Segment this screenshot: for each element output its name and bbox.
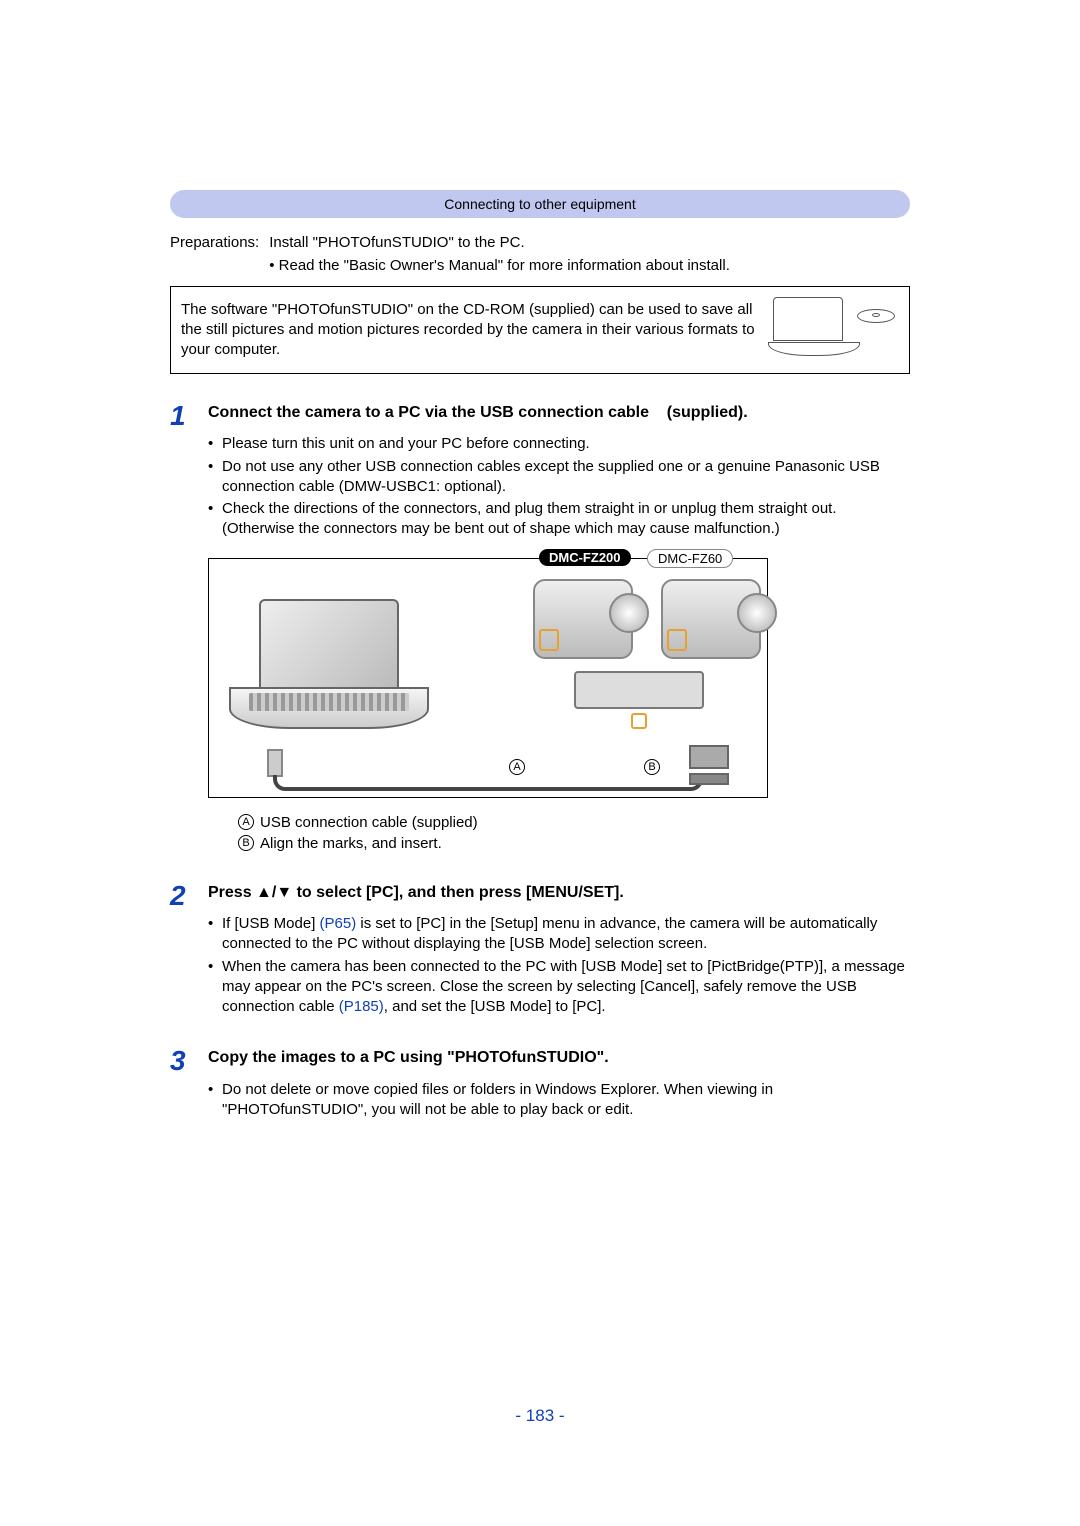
- bullet: Please turn this unit on and your PC bef…: [208, 434, 910, 454]
- diagram-end-plug-icon: [689, 745, 729, 769]
- bullet: When the camera has been connected to th…: [208, 957, 910, 1018]
- step-body: Press ▲/▼ to select [PC], and then press…: [208, 882, 910, 1020]
- info-box-text: The software "PHOTOfunSTUDIO" on the CD-…: [181, 300, 759, 361]
- step-number: 2: [170, 882, 192, 1020]
- laptop-base-icon: [768, 342, 860, 356]
- bullet: Do not use any other USB connection cabl…: [208, 457, 910, 498]
- diagram-cable-icon: [273, 775, 703, 791]
- step-3-bullets: Do not delete or move copied files or fo…: [208, 1080, 910, 1121]
- info-box: The software "PHOTOfunSTUDIO" on the CD-…: [170, 286, 910, 374]
- bullet-post: , and set the [USB Mode] to [PC].: [384, 998, 606, 1015]
- model-badge-active: DMC-FZ200: [539, 549, 631, 566]
- step-number: 3: [170, 1047, 192, 1122]
- diagram-label-a: A: [509, 759, 525, 775]
- diagram-camera-fz200-icon: [533, 579, 633, 659]
- step-title: Copy the images to a PC using "PHOTOfunS…: [208, 1047, 910, 1069]
- bullet: Check the directions of the connectors, …: [208, 499, 910, 540]
- preparations-row: Preparations: Install "PHOTOfunSTUDIO" t…: [170, 232, 910, 276]
- page-link[interactable]: (P185): [339, 998, 384, 1015]
- caption-b-row: B Align the marks, and insert.: [238, 833, 910, 854]
- step-body: Connect the camera to a PC via the USB c…: [208, 402, 910, 854]
- section-header: Connecting to other equipment: [170, 190, 910, 218]
- diagram-end-plug2-icon: [689, 773, 729, 785]
- connection-diagram: DMC-FZ200 DMC-FZ60 A B: [208, 558, 768, 798]
- preparations-body: Install "PHOTOfunSTUDIO" to the PC. • Re…: [269, 232, 910, 276]
- step-title: Press ▲/▼ to select [PC], and then press…: [208, 882, 910, 904]
- step-2-bullets: If [USB Mode] (P65) is set to [PC] in th…: [208, 914, 910, 1017]
- step-body: Copy the images to a PC using "PHOTOfunS…: [208, 1047, 910, 1122]
- step-title-a: Connect the camera to a PC via the USB c…: [208, 404, 649, 421]
- caption-a-marker: A: [238, 814, 254, 830]
- preparations-main: Install "PHOTOfunSTUDIO" to the PC.: [269, 232, 910, 253]
- caption-a-row: A USB connection cable (supplied): [238, 812, 910, 833]
- step-2: 2 Press ▲/▼ to select [PC], and then pre…: [170, 882, 910, 1020]
- caption-b-marker: B: [238, 835, 254, 851]
- info-box-illustration: [769, 295, 899, 365]
- diagram-port-panel-icon: [574, 671, 704, 709]
- step-1-bullets: Please turn this unit on and your PC bef…: [208, 434, 910, 539]
- step-3: 3 Copy the images to a PC using "PHOTOfu…: [170, 1047, 910, 1122]
- bullet-pre: If [USB Mode]: [222, 915, 320, 932]
- diagram-camera-fz60-icon: [661, 579, 761, 659]
- caption-b-text: Align the marks, and insert.: [260, 833, 442, 854]
- step-1: 1 Connect the camera to a PC via the USB…: [170, 402, 910, 854]
- page-link[interactable]: (P65): [320, 915, 357, 932]
- diagram-label-b: B: [644, 759, 660, 775]
- step-title: Connect the camera to a PC via the USB c…: [208, 402, 910, 424]
- diagram-laptop-icon: [229, 599, 429, 739]
- step-number: 1: [170, 402, 192, 854]
- bullet: Do not delete or move copied files or fo…: [208, 1080, 910, 1121]
- step-title-b: (supplied).: [667, 404, 748, 421]
- laptop-icon: [773, 297, 843, 341]
- preparations-label: Preparations:: [170, 232, 259, 276]
- model-badge-other: DMC-FZ60: [647, 549, 733, 568]
- bullet: If [USB Mode] (P65) is set to [PC] in th…: [208, 914, 910, 955]
- disc-hole-icon: [872, 313, 880, 317]
- diagram-captions: A USB connection cable (supplied) B Alig…: [208, 812, 910, 854]
- diagram-usb-plug-icon: [267, 749, 283, 777]
- page-number: - 183 -: [0, 1406, 1080, 1426]
- caption-a-text: USB connection cable (supplied): [260, 812, 478, 833]
- preparations-sub: • Read the "Basic Owner's Manual" for mo…: [269, 255, 910, 276]
